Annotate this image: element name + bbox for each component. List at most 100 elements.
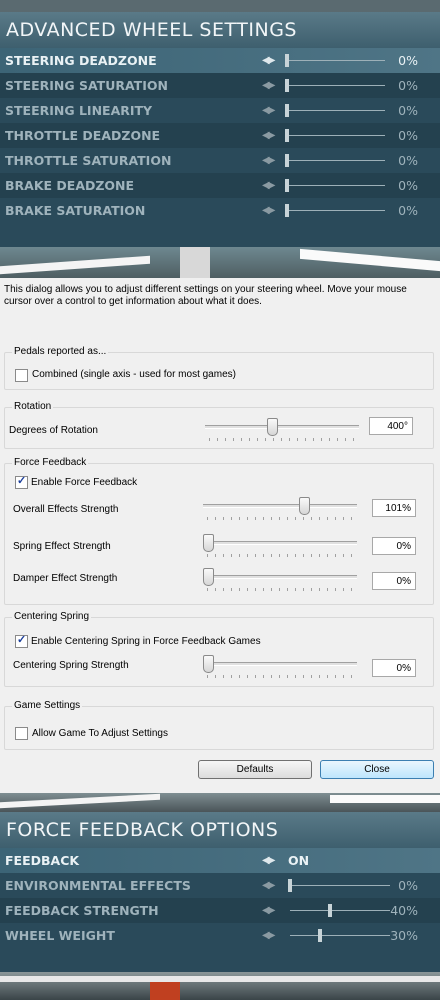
setting-track — [287, 110, 385, 111]
rotation-value[interactable]: 400° — [369, 417, 413, 435]
setting-track — [290, 910, 390, 911]
setting-label: WHEEL WEIGHT — [5, 928, 115, 943]
pedals-group-title: Pedals reported as... — [12, 346, 109, 357]
setting-label: THROTTLE SATURATION — [5, 153, 172, 168]
spring-effect-label: Spring Effect Strength — [13, 541, 111, 552]
game-settings-group: Game Settings Allow Game To Adjust Setti… — [4, 700, 434, 750]
feedback-label: FEEDBACK — [5, 853, 80, 868]
overall-effects-slider[interactable] — [299, 497, 310, 515]
setting-value: 0% — [398, 178, 418, 193]
left-right-arrows-icon[interactable]: ◀▶ — [262, 873, 275, 898]
overall-effects-value[interactable]: 101% — [372, 499, 416, 517]
damper-effect-slider[interactable] — [203, 568, 214, 586]
feedback-value: ON — [288, 853, 310, 868]
dialog-intro-text: This dialog allows you to adjust differe… — [4, 284, 407, 307]
rotation-slider[interactable] — [267, 418, 278, 436]
left-right-arrows-icon[interactable]: ◀▶ — [262, 48, 275, 73]
rotation-group: Rotation Degrees of Rotation 400° — [4, 401, 434, 449]
setting-label: FEEDBACK STRENGTH — [5, 903, 159, 918]
adv-row[interactable]: STEERING LINEARITY ◀▶ 0% — [0, 98, 440, 123]
setting-slider-knob[interactable] — [285, 54, 289, 67]
setting-slider-knob[interactable] — [328, 904, 332, 917]
enable-centering-spring-checkbox[interactable] — [15, 633, 28, 648]
centering-spring-value[interactable]: 0% — [372, 659, 416, 677]
setting-track — [287, 60, 385, 61]
setting-label: BRAKE DEADZONE — [5, 178, 135, 193]
left-right-arrows-icon[interactable]: ◀▶ — [262, 123, 275, 148]
setting-track — [287, 210, 385, 211]
centering-spring-slider[interactable] — [203, 655, 214, 673]
advanced-wheel-settings-panel: ADVANCED WHEEL SETTINGS STEERING DEADZON… — [0, 12, 440, 247]
setting-slider-knob[interactable] — [285, 154, 289, 167]
setting-label: THROTTLE DEADZONE — [5, 128, 161, 143]
enable-force-feedback-checkbox[interactable] — [15, 474, 28, 489]
force-feedback-group: Force Feedback Enable Force Feedback Ove… — [4, 457, 434, 605]
setting-slider-knob[interactable] — [285, 104, 289, 117]
left-right-arrows-icon[interactable]: ◀▶ — [262, 848, 275, 873]
centering-spring-group-title: Centering Spring — [12, 611, 92, 622]
left-right-arrows-icon[interactable]: ◀▶ — [262, 198, 275, 223]
setting-label: STEERING SATURATION — [5, 78, 168, 93]
adv-row[interactable]: STEERING SATURATION ◀▶ 0% — [0, 73, 440, 98]
setting-label: STEERING LINEARITY — [5, 103, 153, 118]
close-button[interactable]: Close — [320, 760, 434, 779]
adv-row[interactable]: THROTTLE DEADZONE ◀▶ 0% — [0, 123, 440, 148]
setting-slider-knob[interactable] — [285, 79, 289, 92]
setting-value: 0% — [398, 128, 418, 143]
damper-effect-value[interactable]: 0% — [372, 572, 416, 590]
damper-effect-label: Damper Effect Strength — [13, 573, 118, 584]
panel-title: FORCE FEEDBACK OPTIONS — [0, 812, 440, 848]
ff-row[interactable]: ENVIRONMENTAL EFFECTS ◀▶ 0% — [0, 873, 440, 898]
allow-game-adjust-label: Allow Game To Adjust Settings — [32, 728, 168, 739]
setting-slider-knob[interactable] — [288, 879, 292, 892]
force-feedback-options-panel: FORCE FEEDBACK OPTIONS FEEDBACK ◀▶ ON EN… — [0, 812, 440, 972]
setting-value: 40% — [390, 903, 418, 918]
defaults-button[interactable]: Defaults — [198, 760, 312, 779]
degrees-of-rotation-label: Degrees of Rotation — [9, 425, 98, 436]
setting-value: 30% — [390, 928, 418, 943]
allow-game-adjust-checkbox[interactable] — [15, 727, 28, 740]
setting-value: 0% — [398, 878, 418, 893]
setting-track — [290, 885, 390, 886]
left-right-arrows-icon[interactable]: ◀▶ — [262, 898, 275, 923]
feedback-row[interactable]: FEEDBACK ◀▶ ON — [0, 848, 440, 873]
combined-label: Combined (single axis - used for most ga… — [32, 369, 236, 380]
adv-row[interactable]: BRAKE DEADZONE ◀▶ 0% — [0, 173, 440, 198]
left-right-arrows-icon[interactable]: ◀▶ — [262, 923, 275, 948]
adv-row[interactable]: STEERING DEADZONE ◀▶ 0% — [0, 48, 440, 73]
setting-label: ENVIRONMENTAL EFFECTS — [5, 878, 191, 893]
pedals-group: Pedals reported as... Combined (single a… — [4, 346, 434, 390]
combined-checkbox[interactable] — [15, 369, 28, 382]
setting-slider-knob[interactable] — [285, 129, 289, 142]
ff-row[interactable]: WHEEL WEIGHT ◀▶ 30% — [0, 923, 440, 948]
enable-force-feedback-label: Enable Force Feedback — [31, 477, 138, 488]
setting-slider-knob[interactable] — [285, 179, 289, 192]
spring-effect-value[interactable]: 0% — [372, 537, 416, 555]
adv-row[interactable]: THROTTLE SATURATION ◀▶ 0% — [0, 148, 440, 173]
setting-slider-knob[interactable] — [285, 204, 289, 217]
left-right-arrows-icon[interactable]: ◀▶ — [262, 98, 275, 123]
spring-effect-slider[interactable] — [203, 534, 214, 552]
setting-track — [287, 185, 385, 186]
centering-spring-group: Centering Spring Enable Centering Spring… — [4, 611, 434, 687]
overall-effects-label: Overall Effects Strength — [13, 504, 119, 515]
ff-row[interactable]: FEEDBACK STRENGTH ◀▶ 40% — [0, 898, 440, 923]
centering-spring-strength-label: Centering Spring Strength — [13, 660, 129, 671]
left-right-arrows-icon[interactable]: ◀▶ — [262, 73, 275, 98]
rotation-group-title: Rotation — [12, 401, 54, 412]
adv-row[interactable]: BRAKE SATURATION ◀▶ 0% — [0, 198, 440, 223]
setting-track — [287, 135, 385, 136]
background-scenery-lower — [0, 793, 440, 812]
left-right-arrows-icon[interactable]: ◀▶ — [262, 173, 275, 198]
setting-value: 0% — [398, 53, 418, 68]
setting-label: STEERING DEADZONE — [5, 53, 157, 68]
force-feedback-group-title: Force Feedback — [12, 457, 89, 468]
setting-value: 0% — [398, 203, 418, 218]
enable-centering-spring-label: Enable Centering Spring in Force Feedbac… — [31, 636, 261, 647]
setting-track — [287, 160, 385, 161]
panel-title: ADVANCED WHEEL SETTINGS — [0, 12, 440, 48]
game-settings-group-title: Game Settings — [12, 700, 83, 711]
background-scenery — [0, 247, 440, 278]
setting-slider-knob[interactable] — [318, 929, 322, 942]
left-right-arrows-icon[interactable]: ◀▶ — [262, 148, 275, 173]
